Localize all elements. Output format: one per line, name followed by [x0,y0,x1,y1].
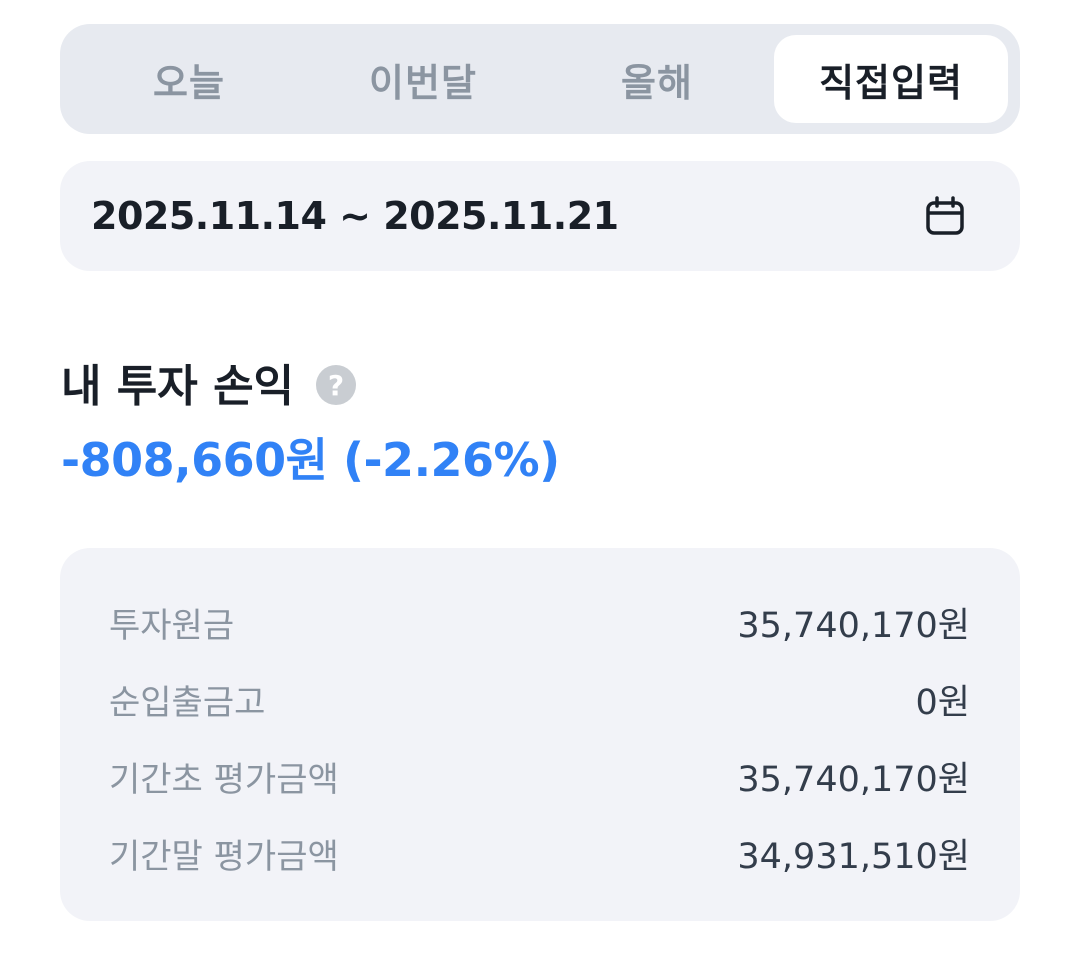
tab-custom-input[interactable]: 직접입력 [774,35,1008,123]
summary-value: 0원 [915,683,970,723]
summary-label: 기간초 평가금액 [109,760,339,800]
tab-today[interactable]: 오늘 [72,35,306,123]
summary-row-start-valuation: 기간초 평가금액 35,740,170원 [109,738,970,815]
tab-this-month[interactable]: 이번달 [306,35,540,123]
date-range-text: 2025.11.14 ~ 2025.11.21 [91,194,619,238]
summary-label: 순입출금고 [109,683,266,723]
summary-row-net-deposit: 순입출금고 0원 [109,661,970,738]
summary-value: 35,740,170원 [737,606,970,646]
tab-this-year[interactable]: 올해 [540,35,774,123]
profit-title: 내 투자 손익 [61,361,295,412]
summary-row-end-valuation: 기간말 평가금액 34,931,510원 [109,815,970,892]
profit-header: 내 투자 손익 ? [61,350,357,414]
summary-value: 35,740,170원 [737,760,970,800]
summary-card: 투자원금 35,740,170원 순입출금고 0원 기간초 평가금액 35,74… [60,548,1020,921]
period-segmented-control: 오늘 이번달 올해 직접입력 [60,24,1020,134]
summary-row-principal: 투자원금 35,740,170원 [109,584,970,661]
date-range-picker[interactable]: 2025.11.14 ~ 2025.11.21 [60,161,1020,271]
summary-label: 투자원금 [109,606,235,646]
question-mark-icon[interactable]: ? [316,365,357,405]
summary-label: 기간말 평가금액 [109,837,339,877]
calendar-icon[interactable] [924,195,966,237]
summary-value: 34,931,510원 [737,837,970,877]
profit-amount: -808,660원 (-2.26%) [61,433,560,487]
